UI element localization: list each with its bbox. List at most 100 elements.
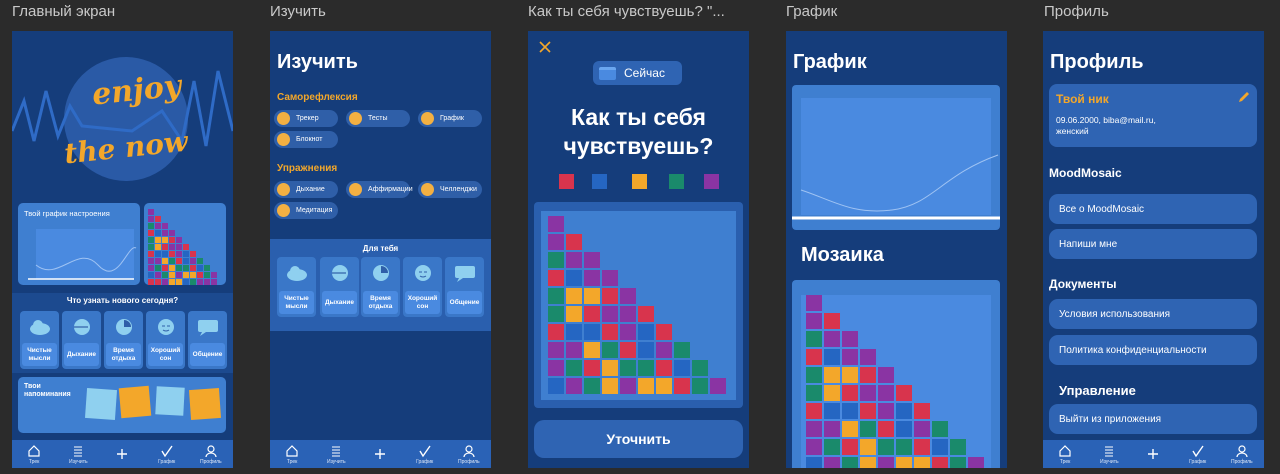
privacy-button[interactable]: Политика конфиденциальности [1049, 335, 1257, 365]
mosaic-cell [197, 258, 203, 264]
mosaic-cell [169, 251, 175, 257]
tab-learn[interactable]: Изучить [63, 444, 93, 465]
mosaic-cell [548, 288, 564, 304]
refine-button[interactable]: Уточнить [534, 420, 743, 458]
plus-icon [1148, 448, 1159, 459]
tab-chart[interactable]: График [152, 444, 182, 465]
plus-icon [117, 448, 128, 459]
tab-tracker[interactable]: Трек [19, 444, 49, 465]
pill-icon [277, 133, 290, 146]
tab-add[interactable] [107, 447, 137, 462]
mosaic-cell [806, 439, 822, 455]
tile-clean-thoughts[interactable]: Чистые мысли [277, 257, 316, 317]
mosaic-cell [602, 270, 618, 286]
tile-communication[interactable]: Общение [188, 311, 227, 369]
mosaic-cell [692, 378, 708, 394]
mosaic-cell [806, 421, 822, 437]
mosaic-cell [162, 244, 168, 250]
tab-profile[interactable]: Профиль [454, 444, 484, 465]
pill-tracker[interactable]: Трекер [274, 110, 338, 127]
mosaic-card[interactable] [792, 280, 1000, 468]
now-label: Сейчас [624, 66, 665, 80]
about-button[interactable]: Все о MoodMosaic [1049, 194, 1257, 224]
mosaic-cell [162, 223, 168, 229]
mosaic-cell [162, 265, 168, 271]
for-you-title: Для тебя [362, 244, 399, 253]
mosaic-card[interactable] [144, 203, 226, 285]
check-chart-icon [161, 445, 173, 457]
mosaic-cell [548, 216, 564, 232]
tab-chart[interactable]: График [1183, 444, 1213, 465]
tab-learn[interactable]: Изучить [1094, 444, 1124, 465]
tile-clean-thoughts[interactable]: Чистые мысли [20, 311, 59, 369]
tab-add[interactable] [1138, 447, 1168, 462]
mosaic-cell [878, 403, 894, 419]
mosaic-cell [176, 244, 182, 250]
tile-good-sleep[interactable]: Хороший сон [146, 311, 185, 369]
mosaic-cell [824, 313, 840, 329]
mosaic-cell [806, 367, 822, 383]
mosaic-cell [950, 439, 966, 455]
terms-button[interactable]: Условия использования [1049, 299, 1257, 329]
tile-label: Время отдыха [111, 347, 136, 362]
tab-learn[interactable]: Изучить [321, 444, 351, 465]
tile-label: Хороший сон [407, 295, 438, 310]
pill-chart[interactable]: График [418, 110, 482, 127]
mosaic-cell [183, 244, 189, 250]
pill-breathing[interactable]: Дыхание [274, 181, 338, 198]
mosaic-cell [638, 378, 654, 394]
tile-breathing[interactable]: Дыхание [320, 257, 359, 317]
pill-meditation[interactable]: Медитация [274, 202, 338, 219]
tab-add[interactable] [365, 447, 395, 462]
mosaic-cell [878, 457, 894, 468]
check-chart-icon [1192, 445, 1204, 457]
mosaic-cell [211, 272, 217, 278]
home-icon [28, 444, 40, 457]
tile-good-sleep[interactable]: Хороший сон [403, 257, 442, 317]
mood-green-swatch[interactable] [669, 174, 684, 189]
mosaic-cell [806, 457, 822, 468]
mood-blue-swatch[interactable] [592, 174, 607, 189]
mood-chart-card[interactable] [792, 85, 1000, 230]
pill-affirmations[interactable]: Аффирмации [346, 181, 413, 198]
write-me-button[interactable]: Напиши мне [1049, 229, 1257, 259]
mood-purple-swatch[interactable] [704, 174, 719, 189]
mood-red-swatch[interactable] [559, 174, 574, 189]
frame-title-profile: Профиль [1044, 3, 1109, 20]
tile-rest-time[interactable]: Время отдыха [104, 311, 143, 369]
now-badge[interactable]: Сейчас [593, 61, 682, 85]
tab-profile[interactable]: Профиль [1227, 444, 1257, 465]
mosaic-cell [162, 230, 168, 236]
tab-profile[interactable]: Профиль [196, 444, 226, 465]
tab-tracker[interactable]: Трек [1050, 444, 1080, 465]
tile-breathing[interactable]: Дыхание [62, 311, 101, 369]
mosaic-cell [602, 342, 618, 358]
tile-communication[interactable]: Общение [445, 257, 484, 317]
pill-notebook[interactable]: Блокнот [274, 131, 338, 148]
mood-orange-swatch[interactable] [632, 174, 647, 189]
mosaic-cell [197, 279, 203, 285]
mosaic-cell [896, 385, 912, 401]
close-icon[interactable] [538, 40, 552, 54]
profile-card[interactable]: Твой ник 09.06.2000, biba@mail.ru, женск… [1049, 84, 1257, 147]
mood-chart-card[interactable]: Твой график настроения [18, 203, 140, 285]
edit-pencil-icon[interactable] [1237, 90, 1251, 104]
mosaic-cell [584, 270, 600, 286]
tab-chart[interactable]: График [410, 444, 440, 465]
tab-tracker[interactable]: Трек [277, 444, 307, 465]
mosaic-cell [204, 279, 210, 285]
reminders-card[interactable]: Твои напоминания [18, 377, 226, 433]
mosaic-cell [162, 251, 168, 257]
wind-icon [73, 319, 90, 335]
chat-icon [454, 266, 475, 282]
tile-rest-time[interactable]: Время отдыха [361, 257, 400, 317]
mosaic-cell [620, 324, 636, 340]
reminders-title: Твои напоминания [24, 383, 71, 399]
pill-challenges[interactable]: Челленджи [418, 181, 482, 198]
mosaic-cell [162, 272, 168, 278]
feel-screen: Сейчас Как ты себя чувствуешь? Уточнить [528, 31, 749, 468]
mosaic-cell [914, 403, 930, 419]
logout-button[interactable]: Выйти из приложения [1049, 404, 1257, 434]
pill-tests[interactable]: Тесты [346, 110, 410, 127]
mosaic-cell [155, 230, 161, 236]
